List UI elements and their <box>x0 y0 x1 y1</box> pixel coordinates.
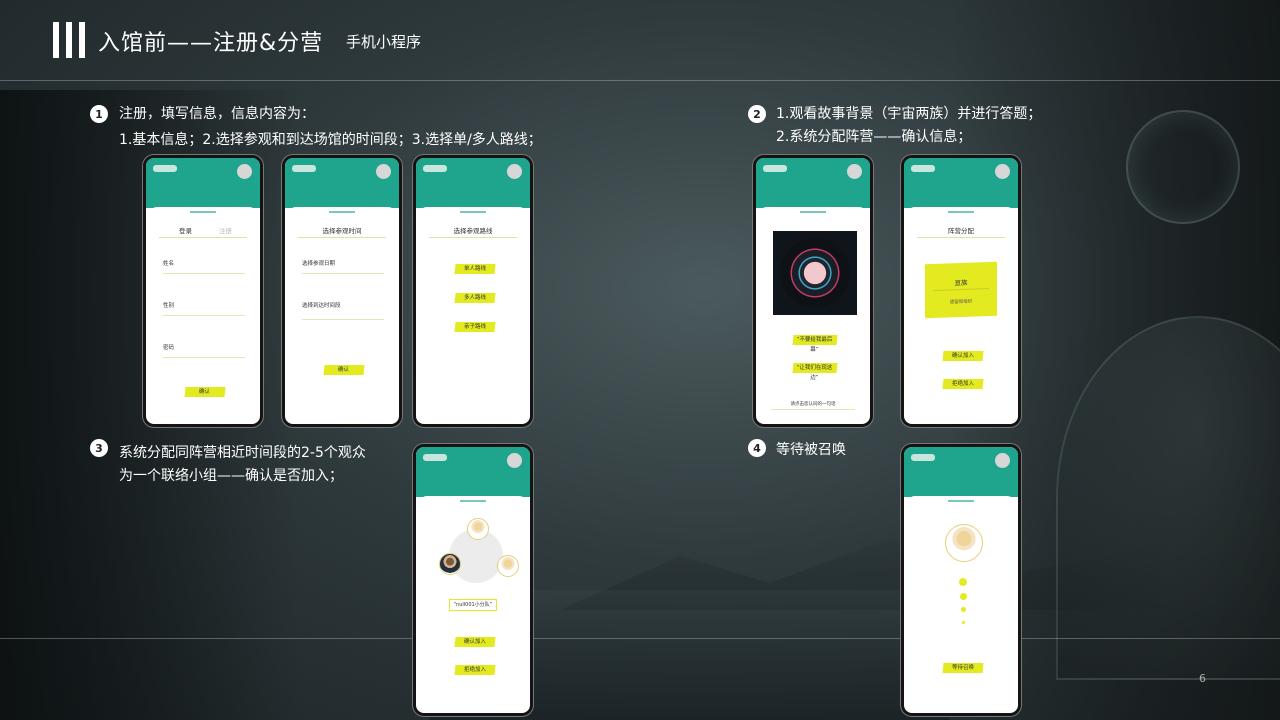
single-route-button[interactable]: 单人路线 <box>454 264 496 274</box>
gender-field-label: 性别 <box>163 303 175 309</box>
wait-summon-button[interactable]: 等待召唤 <box>942 663 984 673</box>
camp-description: 遗留和组织 <box>949 299 973 306</box>
visit-date-label: 选择参观日期 <box>302 261 336 267</box>
phone-story-screen: “不要给我最后幕” “让我们在现这边” 请点击您认同的一句话 <box>753 155 873 427</box>
password-field[interactable] <box>163 357 245 358</box>
camera-icon <box>237 164 252 179</box>
phone-wait-screen: 等待召唤 <box>901 444 1021 716</box>
waiting-dot <box>961 607 966 612</box>
gender-field[interactable] <box>163 315 245 316</box>
answer-a-button[interactable]: “不要给我最后幕” <box>792 335 838 353</box>
member-avatar <box>467 518 489 540</box>
tab-register[interactable]: 注册 <box>219 225 257 235</box>
arrival-time-field[interactable] <box>302 319 384 320</box>
confirm-join-button[interactable]: 确认加入 <box>454 637 496 647</box>
camera-icon <box>847 164 862 179</box>
step-1-line-2: 1.基本信息；2.选择参观和到达场馆的时间段；3.选择单/多人路线； <box>119 132 542 148</box>
phone-login-screen: 登录 注册 姓名 性别 密码 确认 <box>143 155 263 427</box>
member-avatar <box>439 553 461 575</box>
phone-camp-screen: 阵营分配 亘族 遗留和组织 确认加入 拒绝加入 <box>901 155 1021 427</box>
waiting-dot <box>959 578 967 586</box>
multi-route-button[interactable]: 多人路线 <box>454 293 496 303</box>
step-3-line-1: 系统分配同阵营相近时间段的2-5个观众 <box>119 445 366 461</box>
camera-icon <box>507 453 522 468</box>
section-marker-icon <box>53 22 85 58</box>
step-4-badge: 4 <box>748 439 766 457</box>
page-title: 入馆前——注册&分营 <box>98 31 324 56</box>
story-video-thumbnail[interactable] <box>773 231 857 315</box>
status-pill-icon <box>153 165 177 172</box>
camera-icon <box>507 164 522 179</box>
camera-icon <box>995 164 1010 179</box>
phone-group-screen: “null001小分队” 确认加入 拒绝加入 <box>413 444 533 716</box>
step-3-badge: 3 <box>90 439 108 457</box>
waiting-dot <box>960 593 967 600</box>
bg-ring <box>1126 110 1240 224</box>
visit-date-field[interactable] <box>302 273 384 274</box>
step-2-line-1: 1.观看故事背景（宇宙两族）并进行答题； <box>776 106 1042 122</box>
name-field[interactable] <box>163 273 245 274</box>
answer-b-button[interactable]: “让我们在现这边” <box>792 363 838 381</box>
camera-icon <box>995 453 1010 468</box>
user-avatar <box>945 524 983 562</box>
step-1-badge: 1 <box>90 105 108 123</box>
story-footer-hint: 请点击您认同的一句话 <box>790 402 836 407</box>
group-name-tag: “null001小分队” <box>449 599 497 611</box>
reject-join-button[interactable]: 拒绝加入 <box>942 379 984 389</box>
bg-dome <box>1056 316 1280 680</box>
reject-join-button[interactable]: 拒绝加入 <box>454 665 496 675</box>
arrival-time-label: 选择到达时间段 <box>302 303 341 309</box>
page-subtitle: 手机小程序 <box>346 33 422 51</box>
name-field-label: 姓名 <box>163 261 175 267</box>
camp-title: 阵营分配 <box>948 227 974 235</box>
page-number: 6 <box>1199 672 1206 685</box>
camp-name: 亘族 <box>954 278 968 288</box>
step-2-badge: 2 <box>748 105 766 123</box>
header-divider <box>0 80 1280 81</box>
phone-time-screen: 选择参观时间 选择参观日期 选择到达时间段 确认 <box>282 155 402 427</box>
footer-divider <box>0 638 1280 639</box>
camp-card: 亘族 遗留和组织 <box>925 261 997 319</box>
route-title: 选择参观路线 <box>453 227 493 235</box>
member-avatar <box>497 555 519 577</box>
confirm-button[interactable]: 确认 <box>323 365 365 375</box>
family-route-button[interactable]: 亲子路线 <box>454 322 496 332</box>
waiting-dot <box>962 621 965 624</box>
password-field-label: 密码 <box>163 345 175 351</box>
camera-icon <box>376 164 391 179</box>
step-4-line-1: 等待被召唤 <box>776 442 846 458</box>
bg-mountains <box>560 538 1160 610</box>
step-1-line-1: 注册，填写信息，信息内容为： <box>119 106 315 122</box>
confirm-button[interactable]: 确认 <box>184 387 226 397</box>
step-3-line-2: 为一个联络小组——确认是否加入； <box>119 468 343 484</box>
step-2-line-2: 2.系统分配阵营——确认信息； <box>776 129 972 145</box>
confirm-join-button[interactable]: 确认加入 <box>942 351 984 361</box>
phone-route-screen: 选择参观路线 单人路线 多人路线 亲子路线 <box>413 155 533 427</box>
vinyl-record-icon <box>780 238 850 308</box>
time-title: 选择参观时间 <box>322 227 362 235</box>
